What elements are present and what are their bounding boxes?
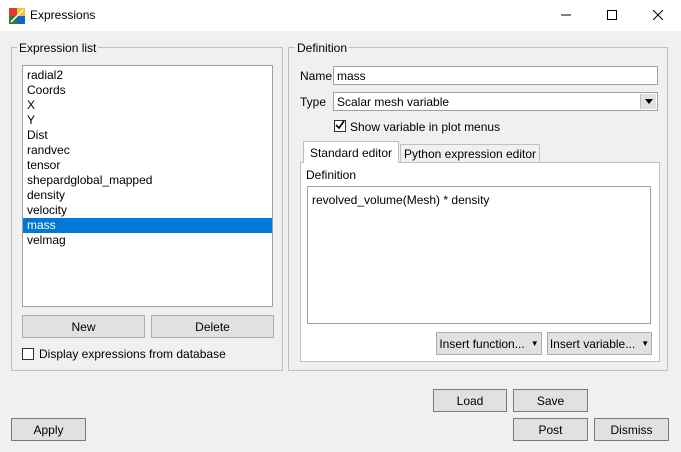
list-item[interactable]: mass [23, 218, 272, 233]
show-in-plot-menus-label: Show variable in plot menus [350, 120, 501, 134]
list-item[interactable]: density [23, 188, 272, 203]
list-item[interactable]: randvec [23, 143, 272, 158]
apply-button[interactable]: Apply [11, 418, 86, 441]
delete-button[interactable]: Delete [151, 315, 274, 338]
list-item[interactable]: Y [23, 113, 272, 128]
list-item[interactable]: velmag [23, 233, 272, 248]
name-label: Name [300, 69, 333, 83]
window-title: Expressions [30, 8, 96, 22]
load-button[interactable]: Load [433, 389, 507, 412]
list-item[interactable]: Dist [23, 128, 272, 143]
maximize-icon [607, 9, 617, 23]
dropdown-arrow-icon: ▼ [530, 339, 539, 348]
display-from-database-label: Display expressions from database [39, 347, 226, 361]
insert-variable-label: Insert variable... [549, 336, 636, 351]
new-button[interactable]: New [22, 315, 145, 338]
maximize-button[interactable] [589, 0, 635, 31]
expression-list-legend: Expression list [17, 41, 99, 55]
dismiss-button[interactable]: Dismiss [594, 418, 669, 441]
minimize-button[interactable] [543, 0, 589, 31]
display-from-database-checkbox[interactable] [22, 348, 34, 360]
close-icon [652, 9, 664, 23]
list-item[interactable]: X [23, 98, 272, 113]
show-in-plot-menus-checkbox[interactable] [334, 120, 346, 132]
post-button[interactable]: Post [513, 418, 588, 441]
type-select[interactable]: Scalar mesh variable [333, 92, 658, 111]
checkmark-icon [335, 119, 345, 133]
close-button[interactable] [635, 0, 681, 31]
insert-function-label: Insert function... [439, 336, 525, 351]
type-label: Type [300, 95, 327, 109]
definition-legend: Definition [295, 41, 350, 55]
dropdown-arrow-icon [640, 94, 656, 109]
editor-definition-label: Definition [306, 168, 357, 182]
insert-function-button[interactable]: Insert function... ▼ [436, 332, 542, 355]
list-item[interactable]: radial2 [23, 68, 272, 83]
expression-list[interactable]: radial2 Coords X Y Dist randvec tensor shepardg… [22, 65, 273, 307]
minimize-icon [561, 9, 571, 23]
type-select-value: Scalar mesh variable [337, 95, 450, 109]
tab-standard-editor[interactable]: Standard editor [303, 141, 399, 163]
app-icon [9, 8, 25, 24]
dropdown-arrow-icon: ▼ [641, 339, 650, 348]
list-item[interactable]: velocity [23, 203, 272, 218]
definition-text: revolved_volume(Mesh) * density [312, 193, 490, 207]
tab-python-editor[interactable]: Python expression editor [400, 144, 540, 162]
list-item[interactable]: tensor [23, 158, 272, 173]
save-button[interactable]: Save [513, 389, 588, 412]
name-input[interactable] [333, 66, 658, 85]
list-item[interactable]: Coords [23, 83, 272, 98]
insert-variable-button[interactable]: Insert variable... ▼ [547, 332, 652, 355]
definition-textarea[interactable]: revolved_volume(Mesh) * density [307, 186, 651, 324]
list-item[interactable]: shepardglobal_mapped [23, 173, 272, 188]
